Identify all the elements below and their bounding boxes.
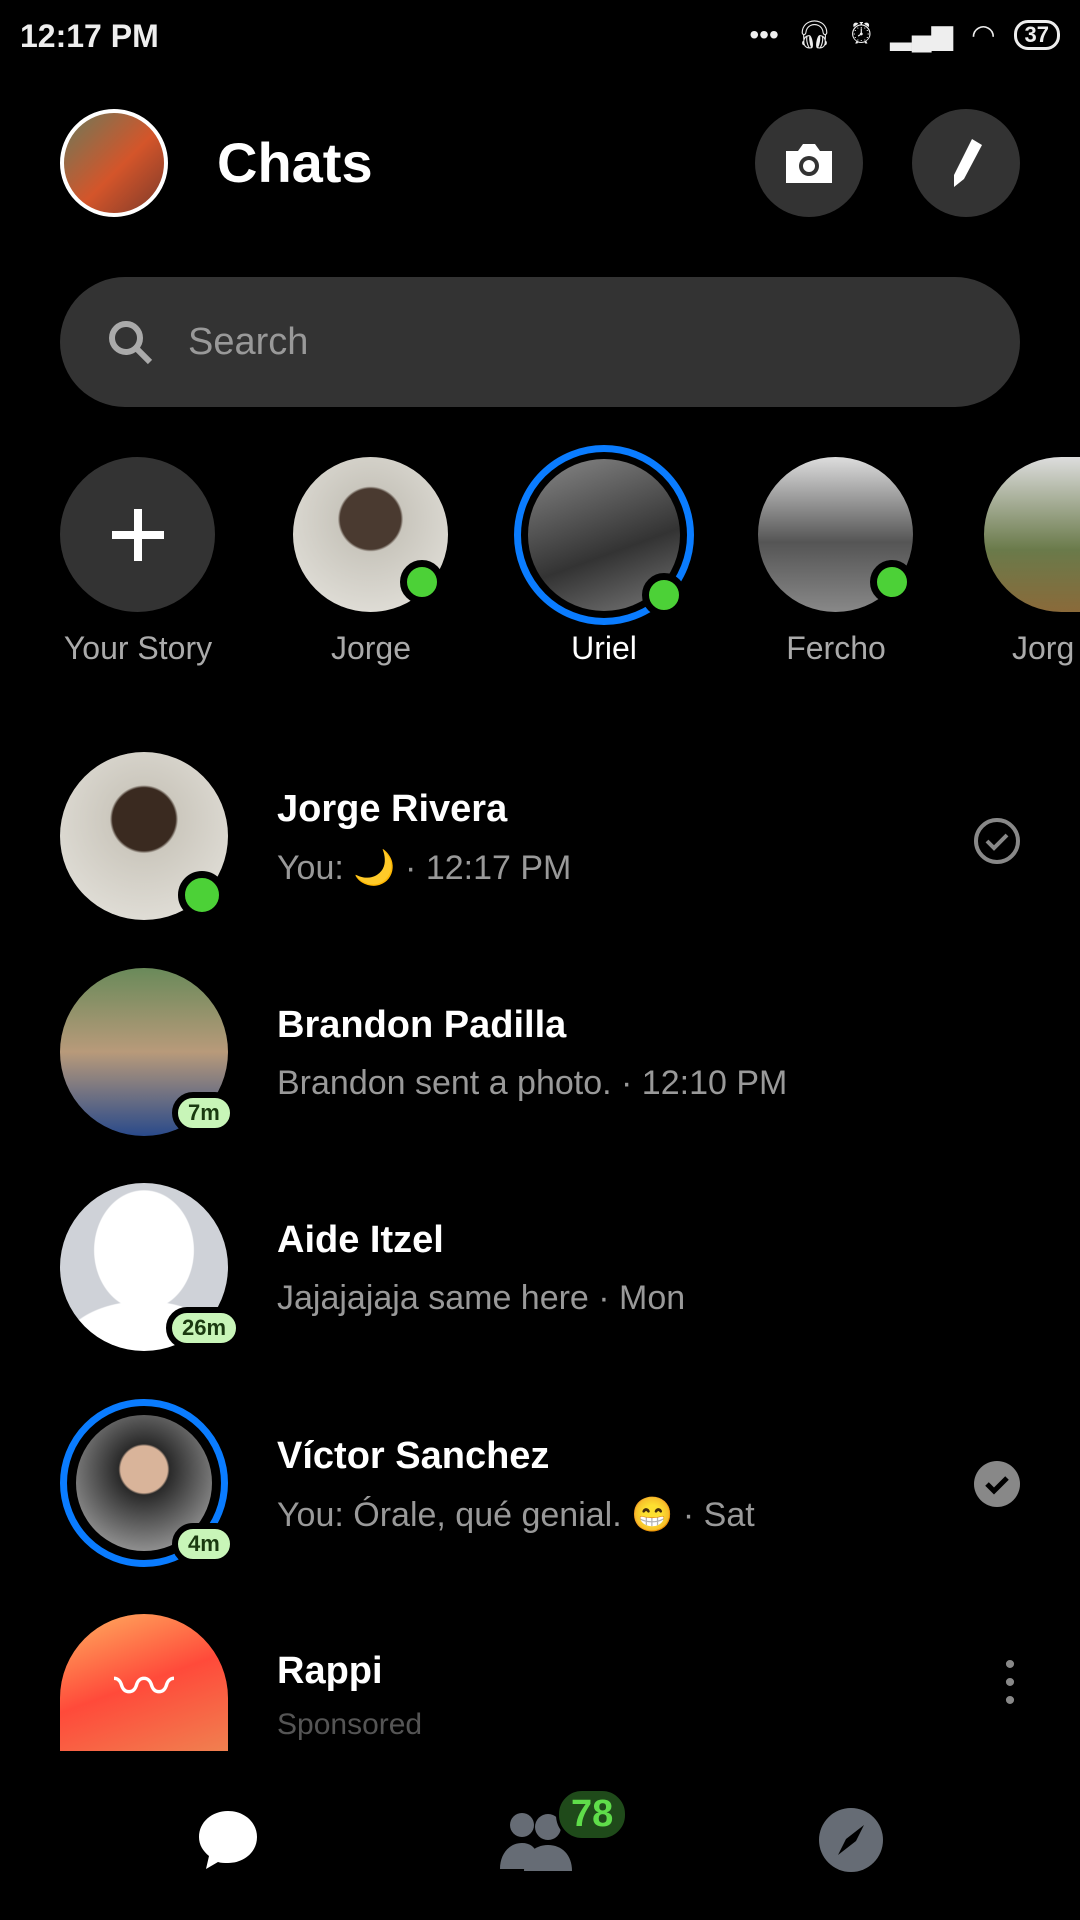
chat-name: Aide Itzel xyxy=(277,1219,444,1261)
compose-button[interactable] xyxy=(912,109,1020,217)
camera-icon xyxy=(786,144,832,183)
people-badge: 78 xyxy=(556,1788,629,1841)
story-label: Fercho xyxy=(786,630,886,666)
chat-preview: Jajajajaja same here · Mon xyxy=(277,1279,686,1317)
chat-row-aide-itzel[interactable]: 26m Aide Itzel Jajajajaja same here · Mo… xyxy=(0,1167,1080,1367)
more-icon: ••• xyxy=(749,18,779,50)
nav-discover[interactable] xyxy=(801,1790,901,1890)
chat-row-jorge-rivera[interactable]: Jorge Rivera You: 🌙 · 12:17 PM xyxy=(0,736,1080,936)
active-time-badge: 7m xyxy=(172,1092,236,1134)
story-label: Uriel xyxy=(571,630,637,666)
search-icon xyxy=(109,321,153,365)
chat-bubble-icon xyxy=(199,1811,257,1869)
sent-check-icon xyxy=(974,818,1020,864)
chat-row-rappi[interactable]: 〰 Rappi Sponsored • • • xyxy=(0,1598,1080,1751)
alarm-icon: ⏰︎ xyxy=(850,18,873,49)
avatar: 〰 xyxy=(60,1614,228,1751)
chat-name: Brandon Padilla xyxy=(277,1004,567,1046)
chat-preview: You: 🌙 · 12:17 PM xyxy=(277,849,572,887)
status-icons: ••• 🎧︎ ⏰︎ ▂▄▆ ◠ 37 xyxy=(749,18,1060,51)
online-indicator xyxy=(178,871,226,919)
online-indicator xyxy=(400,560,444,604)
story-label: Jorge xyxy=(330,630,412,666)
plus-icon xyxy=(111,508,164,561)
story-label: Your Story xyxy=(63,630,213,666)
pencil-icon xyxy=(954,139,982,187)
search-input[interactable] xyxy=(188,320,888,364)
profile-avatar[interactable] xyxy=(60,109,168,217)
compass-icon xyxy=(819,1808,883,1872)
mustache-logo: 〰 xyxy=(114,1654,174,1721)
chat-name: Rappi xyxy=(277,1650,383,1692)
add-story-button[interactable] xyxy=(60,457,215,612)
headphones-icon: 🎧︎ xyxy=(796,19,833,50)
more-options-icon[interactable]: • • • xyxy=(1000,1650,1020,1716)
story-label: Jorg xyxy=(1012,630,1075,666)
chat-row-victor-sanchez[interactable]: 4m Víctor Sanchez You: Órale, qué genial… xyxy=(0,1383,1080,1583)
sponsored-label: Sponsored xyxy=(277,1708,423,1741)
online-indicator xyxy=(642,573,686,617)
chat-name: Víctor Sanchez xyxy=(277,1435,550,1477)
online-indicator xyxy=(870,560,914,604)
wifi-icon: ◠ xyxy=(971,19,996,50)
chat-preview: You: Órale, qué genial. 😁 · Sat xyxy=(277,1496,755,1534)
chat-preview: Brandon sent a photo. · 12:10 PM xyxy=(277,1064,788,1102)
search-bar[interactable] xyxy=(60,277,1020,407)
seen-check-icon xyxy=(974,1461,1020,1507)
signal-icon: ▂▄▆ xyxy=(890,19,954,50)
active-time-badge: 26m xyxy=(166,1307,243,1349)
nav-people[interactable]: 78 xyxy=(490,1788,629,1890)
chat-row-brandon-padilla[interactable]: 7m Brandon Padilla Brandon sent a photo.… xyxy=(0,952,1080,1152)
story-jorg[interactable] xyxy=(984,457,1080,612)
status-time: 12:17 PM xyxy=(20,18,159,54)
nav-chats[interactable] xyxy=(178,1790,278,1890)
page-title: Chats xyxy=(217,131,373,194)
chat-name: Jorge Rivera xyxy=(277,788,508,830)
active-time-badge: 4m xyxy=(172,1523,236,1565)
camera-button[interactable] xyxy=(755,109,863,217)
battery-level: 37 xyxy=(1013,19,1060,50)
